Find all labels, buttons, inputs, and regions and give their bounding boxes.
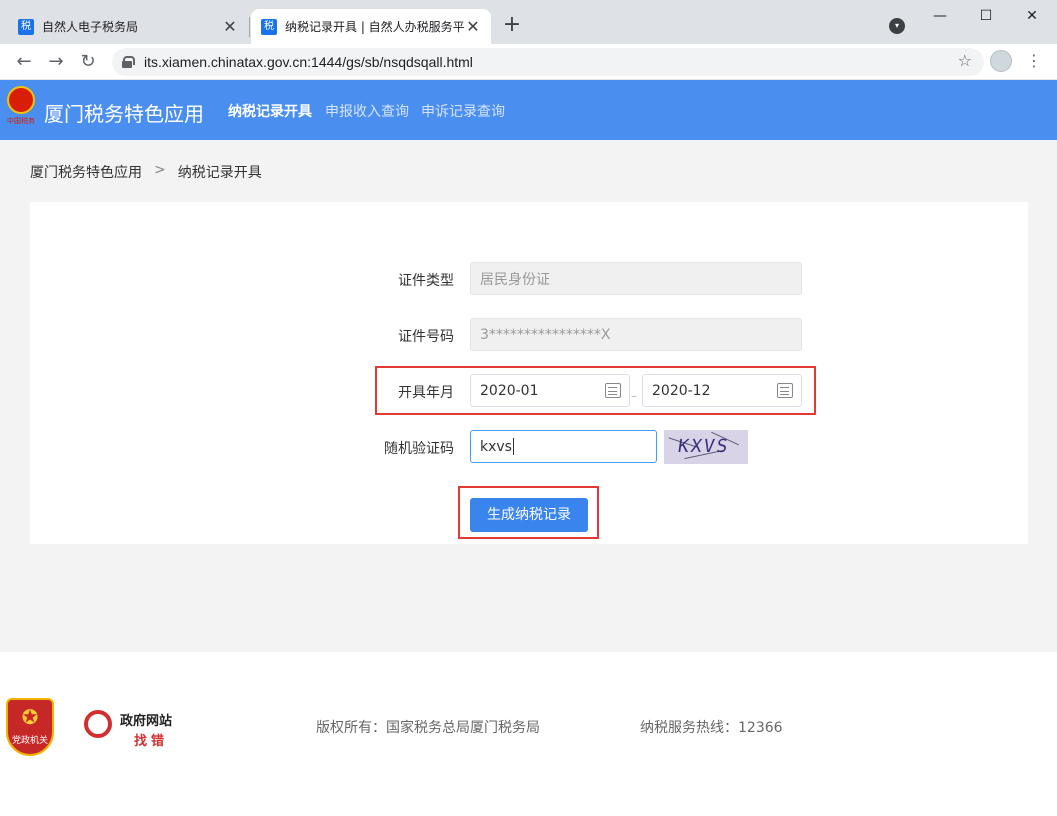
captcha-text: KXVS [676,436,731,457]
nav-tax-record[interactable]: 纳税记录开具 [228,101,312,121]
maximize-button[interactable]: ☐ [963,6,1009,26]
minimize-button[interactable]: — [917,6,963,26]
breadcrumb: 厦门税务特色应用 > 纳税记录开具 [30,162,262,182]
id-number-label: 证件号码 [398,329,454,345]
nav-income-query[interactable]: 申报收入查询 [325,101,409,121]
text-caret [512,438,514,455]
bookmark-star-icon[interactable]: ☆ [958,51,972,70]
breadcrumb-home[interactable]: 厦门税务特色应用 [30,162,142,182]
captcha-image[interactable]: KXVS [664,430,748,464]
breadcrumb-separator: > [154,162,166,178]
tax-emblem-logo: 中国税务 [4,86,38,130]
reload-icon[interactable]: ↻ [76,50,100,74]
magnifier-icon [84,710,112,738]
tab-title: 自然人电子税务局 [42,20,139,34]
emblem-disc [7,86,35,114]
site-title[interactable]: 厦门税务特色应用 [44,98,204,127]
captcha-input-value: kxvs [480,438,512,455]
party-gov-badge[interactable]: ✪ 党政机关 [6,698,54,756]
start-month-picker[interactable]: 2020-01 [470,374,630,407]
new-tab-button[interactable]: + [500,14,524,38]
period-label: 开具年月 [398,385,454,401]
end-month-value: 2020-12 [652,382,711,399]
address-bar[interactable]: its.xiamen.chinatax.gov.cn:1444/gs/sb/ns… [112,48,984,76]
start-month-value: 2020-01 [480,382,539,399]
nav-appeal-query[interactable]: 申诉记录查询 [421,101,505,121]
menu-kebab-icon[interactable]: ⋮ [1026,50,1042,72]
copyright-text: 版权所有：国家税务总局厦门税务局 [316,720,540,736]
close-tab-icon[interactable]: ✕ [222,17,238,36]
id-number-field: 3****************X [470,318,802,351]
gov-site-error-report-badge[interactable]: 政府网站 找错 [82,704,182,750]
browser-tab-etax[interactable]: 税 自然人电子税务局 ✕ [8,9,248,44]
site-header: 中国税务 厦门税务特色应用 纳税记录开具 申报收入查询 申诉记录查询 [0,80,1057,140]
lock-icon[interactable] [122,56,135,68]
breadcrumb-current: 纳税记录开具 [177,165,262,181]
profile-avatar[interactable] [990,50,1012,72]
badge-text: 党政机关 [11,736,48,746]
id-type-field: 居民身份证 [470,262,802,295]
captcha-input[interactable]: kxvs [470,430,657,463]
close-tab-icon[interactable]: ✕ [465,17,481,36]
tax-favicon-icon: 税 [261,18,277,35]
tab-title: 纳税记录开具 | 自然人办税服务平 [285,20,465,34]
close-window-button[interactable]: ✕ [1009,6,1055,26]
calendar-icon[interactable] [605,383,621,398]
tab-divider [249,17,250,37]
browser-tab-strip: 税 自然人电子税务局 ✕ 税 纳税记录开具 | 自然人办税服务平 ✕ + ▾ —… [0,0,1057,44]
tab-search-icon[interactable]: ▾ [889,18,905,34]
end-month-picker[interactable]: 2020-12 [642,374,802,407]
hotline-text: 纳税服务热线：12366 [640,720,783,736]
gov-badge-line1: 政府网站 [120,714,173,729]
emblem-caption: 中国税务 [7,117,35,125]
browser-tab-tax-record[interactable]: 税 纳税记录开具 | 自然人办税服务平 ✕ [251,9,491,44]
forward-arrow-icon[interactable]: → [44,50,68,74]
form-card [30,202,1028,544]
tax-favicon-icon: 税 [18,18,34,35]
url-text[interactable]: its.xiamen.chinatax.gov.cn:1444/gs/sb/ns… [144,54,473,70]
badge-mark-icon: ✪ [21,705,39,729]
back-arrow-icon[interactable]: ← [12,50,36,74]
browser-toolbar: ← → ↻ its.xiamen.chinatax.gov.cn:1444/gs… [0,44,1057,80]
id-type-label: 证件类型 [398,273,454,289]
captcha-label: 随机验证码 [384,441,454,457]
calendar-icon[interactable] [777,383,793,398]
gov-badge-line2: 找错 [134,734,169,749]
range-separator: – [631,389,637,403]
generate-record-button[interactable]: 生成纳税记录 [470,498,588,532]
